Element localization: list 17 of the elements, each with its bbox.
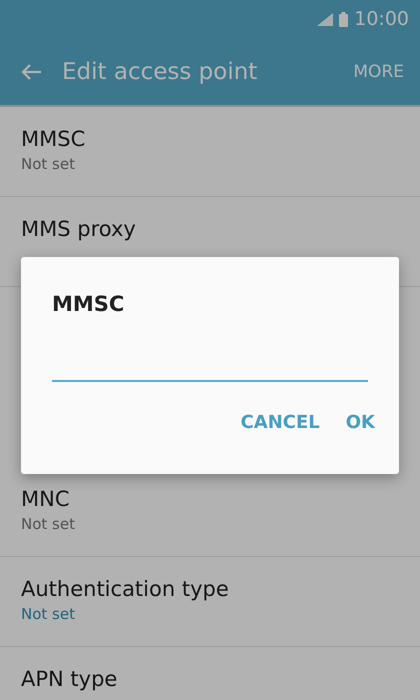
setting-title: APN type [21, 667, 118, 691]
setting-title: MMS proxy [21, 217, 136, 241]
setting-row[interactable]: APN type [0, 647, 420, 700]
setting-value: Not set [21, 155, 75, 173]
back-arrow-icon[interactable] [20, 62, 42, 80]
setting-title: MMSC [21, 127, 86, 151]
setting-title: MNC [21, 487, 70, 511]
status-time: 10:00 [354, 8, 409, 30]
signal-icon [317, 12, 334, 26]
battery-icon [339, 12, 348, 26]
setting-row[interactable]: MMSC Not set [0, 107, 420, 197]
setting-value: Not set [21, 605, 75, 623]
screen-title: Edit access point [62, 58, 258, 84]
setting-value: Not set [21, 515, 75, 533]
dialog-title: MMSC [52, 292, 124, 316]
setting-title: Authentication type [21, 577, 229, 601]
setting-row[interactable]: Authentication type Not set [0, 557, 420, 647]
